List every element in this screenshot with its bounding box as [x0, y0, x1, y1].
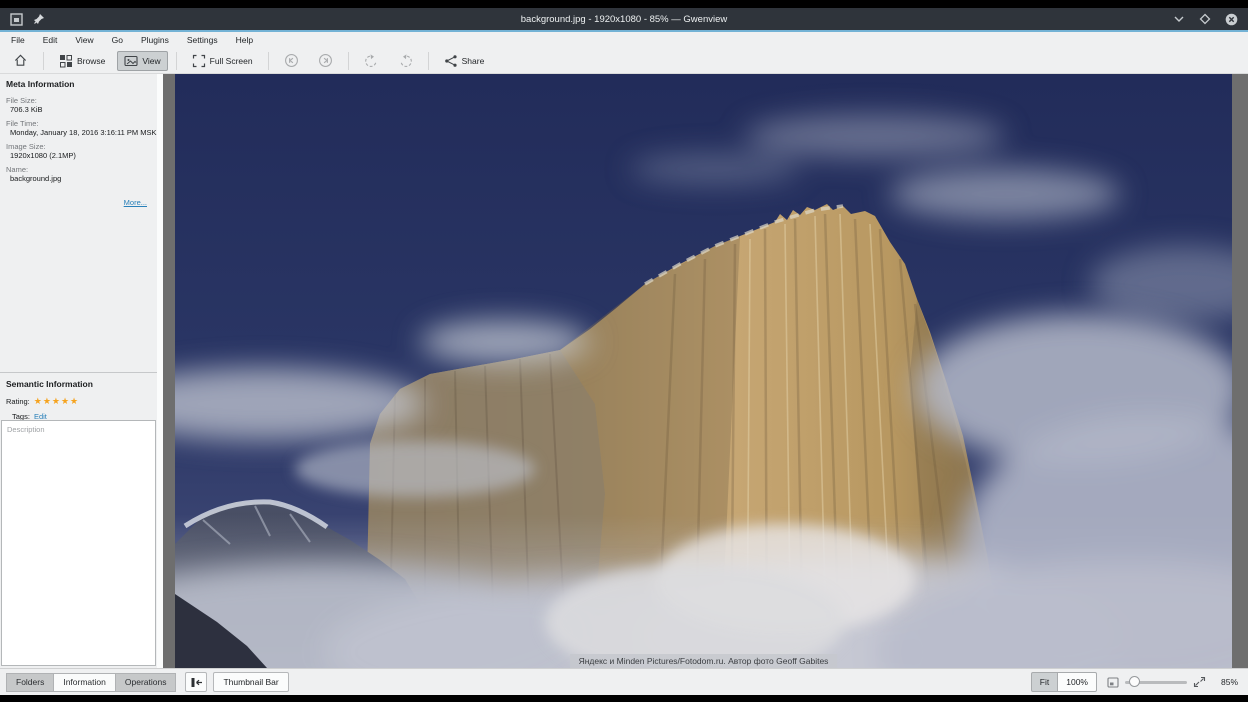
menu-item-file[interactable]: File [2, 35, 34, 45]
fullscreen-button[interactable]: Full Screen [185, 51, 260, 71]
share-button[interactable]: Share [437, 51, 492, 71]
meta-field-label: File Time: [6, 119, 151, 128]
window-title: background.jpg - 1920x1080 - 85% — Gwenv… [0, 14, 1248, 25]
view-label: View [142, 56, 160, 66]
rotate-left-icon [364, 53, 379, 68]
rotate-right-button[interactable] [391, 51, 420, 71]
zoom-in-icon[interactable] [1193, 676, 1206, 688]
menu-item-edit[interactable]: Edit [34, 35, 67, 45]
previous-button[interactable] [277, 51, 306, 71]
photo-caption: Яндекс и Minden Pictures/Fotodom.ru. Авт… [570, 654, 838, 668]
zoom-100-button[interactable]: 100% [1057, 672, 1097, 692]
browse-icon [59, 54, 73, 68]
meta-field-label: File Size: [6, 96, 151, 105]
tab-operations[interactable]: Operations [115, 673, 177, 692]
browse-button[interactable]: Browse [52, 51, 112, 71]
toolbar-separator [428, 52, 429, 70]
view-icon [124, 54, 138, 68]
meta-field-filetime: File Time: Monday, January 18, 2016 3:16… [6, 119, 151, 137]
menu-item-go[interactable]: Go [103, 35, 132, 45]
rating-label: Rating: [6, 397, 30, 406]
menubar: File Edit View Go Plugins Settings Help [0, 32, 1248, 48]
gwenview-window: background.jpg - 1920x1080 - 85% — Gwenv… [0, 0, 1248, 702]
rotate-right-icon [398, 53, 413, 68]
meta-field-imagesize: Image Size: 1920x1080 (2.1MP) [6, 142, 151, 160]
app-menu-icon[interactable] [10, 13, 23, 26]
meta-information-panel: Meta Information File Size: 706.3 KiB Fi… [0, 74, 157, 373]
zoom-slider-handle[interactable] [1129, 676, 1140, 687]
maximize-icon[interactable] [1199, 13, 1211, 25]
toolbar-separator [348, 52, 349, 70]
home-icon [13, 53, 28, 68]
zoom-fit-button[interactable]: Fit [1031, 672, 1058, 692]
toolbar-separator [43, 52, 44, 70]
titlebar: background.jpg - 1920x1080 - 85% — Gwenv… [0, 8, 1248, 30]
meta-field-name: Name: background.jpg [6, 165, 151, 183]
fullscreen-label: Full Screen [210, 56, 253, 66]
meta-panel-title: Meta Information [6, 79, 151, 89]
thumbnail-bar-button[interactable]: Thumbnail Bar [213, 672, 288, 692]
meta-field-filesize: File Size: 706.3 KiB [6, 96, 151, 114]
meta-field-label: Image Size: [6, 142, 151, 151]
photo-mountain [175, 74, 1232, 668]
collapse-sidebar-button[interactable] [185, 672, 207, 692]
more-link[interactable]: More... [6, 198, 151, 207]
rotate-left-button[interactable] [357, 51, 386, 71]
pin-icon[interactable] [33, 13, 45, 25]
description-input[interactable] [1, 420, 156, 666]
tab-folders[interactable]: Folders [6, 673, 54, 692]
meta-field-value: Monday, January 18, 2016 3:16:11 PM MSK [10, 128, 151, 137]
next-button[interactable] [311, 51, 340, 71]
menu-item-view[interactable]: View [66, 35, 102, 45]
menu-item-settings[interactable]: Settings [178, 35, 227, 45]
share-label: Share [462, 56, 485, 66]
meta-field-label: Name: [6, 165, 151, 174]
next-icon [318, 53, 333, 68]
tab-information[interactable]: Information [53, 673, 116, 692]
toolbar-separator [268, 52, 269, 70]
toolbar: Browse View Full Screen [0, 48, 1248, 74]
sidebar: Meta Information File Size: 706.3 KiB Fi… [0, 74, 157, 668]
collapse-sidebar-icon [190, 677, 203, 688]
rating-stars[interactable]: ★★★★★ [34, 396, 79, 407]
meta-field-value: background.jpg [10, 174, 151, 183]
semantic-information-panel: Semantic Information Rating: ★★★★★ Tags:… [0, 374, 157, 426]
image-view[interactable]: Яндекс и Minden Pictures/Fotodom.ru. Авт… [163, 74, 1248, 668]
fullscreen-icon [192, 54, 206, 68]
meta-field-value: 706.3 KiB [10, 105, 151, 114]
photo-canvas[interactable]: Яндекс и Minden Pictures/Fotodom.ru. Авт… [175, 74, 1232, 668]
zoom-out-icon[interactable] [1107, 677, 1119, 688]
close-icon[interactable] [1225, 13, 1238, 26]
home-button[interactable] [6, 51, 35, 71]
statusbar: Folders Information Operations Thumbnail… [0, 668, 1248, 695]
zoom-slider[interactable] [1125, 676, 1187, 688]
zoom-percent-value: 85% [1212, 677, 1238, 687]
view-button[interactable]: View [117, 51, 167, 71]
previous-icon [284, 53, 299, 68]
share-icon [444, 54, 458, 68]
menu-item-plugins[interactable]: Plugins [132, 35, 178, 45]
menu-item-help[interactable]: Help [227, 35, 262, 45]
toolbar-separator [176, 52, 177, 70]
browse-label: Browse [77, 56, 105, 66]
semantic-panel-title: Semantic Information [6, 379, 151, 389]
meta-field-value: 1920x1080 (2.1MP) [10, 151, 151, 160]
minimize-icon[interactable] [1173, 13, 1185, 25]
